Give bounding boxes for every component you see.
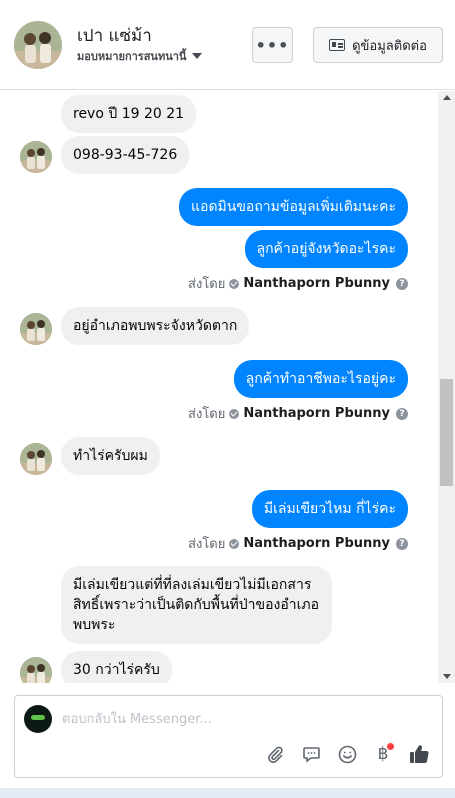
- message-thread: revo ปี 19 20 21 098-93-45-726 แอดมินขอถ…: [0, 91, 455, 683]
- assign-conversation-label: มอบหมายการสนทนานี้: [77, 50, 187, 63]
- outgoing-message: ลูกค้าอยู่จังหวัดอะไรคะ: [244, 230, 408, 268]
- check-icon: [229, 278, 240, 289]
- help-icon[interactable]: ?: [396, 407, 408, 420]
- customer-message-avatar: [20, 141, 52, 173]
- sent-by-line: ส่งโดย Nanthaporn Pbunny ?: [188, 273, 408, 294]
- customer-message-avatar: [20, 657, 52, 683]
- incoming-message: ทำไร่ครับผม: [61, 437, 160, 475]
- window-bottom-edge: [0, 788, 455, 798]
- conversation-header: เปา แซ่ม้า มอบหมายการสนทนานี้ ••• ดูข้อม…: [0, 0, 455, 90]
- customer-name[interactable]: เปา แซ่ม้า: [77, 22, 152, 49]
- assign-conversation-dropdown[interactable]: มอบหมายการสนทนานี้: [77, 47, 203, 65]
- view-contact-button[interactable]: ดูข้อมูลติดต่อ: [313, 27, 443, 63]
- sender-name: Nanthaporn Pbunny: [243, 406, 390, 421]
- thumbs-up-icon[interactable]: [408, 743, 430, 765]
- scroll-up-arrow-icon[interactable]: [443, 95, 451, 100]
- help-icon[interactable]: ?: [396, 537, 408, 550]
- help-icon[interactable]: ?: [396, 277, 408, 290]
- smiley-icon[interactable]: [336, 743, 358, 765]
- sent-by-label: ส่งโดย: [188, 537, 226, 552]
- incoming-message: อยู่อำเภอพบพระจังหวัดตาก: [61, 307, 250, 345]
- sent-by-line: ส่งโดย Nanthaporn Pbunny ?: [188, 403, 408, 424]
- view-contact-label: ดูข้อมูลติดต่อ: [352, 38, 427, 54]
- incoming-message: มีเล่มเขียวแต่ที่ที่ลงเล่มเขียวไม่มีเอกส…: [61, 566, 332, 644]
- sent-by-line: ส่งโดย Nanthaporn Pbunny ?: [188, 533, 408, 554]
- outgoing-message: ลูกค้าทำอาชีพอะไรอยู่คะ: [233, 360, 408, 398]
- more-options-button[interactable]: •••: [252, 27, 293, 63]
- notification-dot: [387, 743, 394, 750]
- outgoing-message: มีเล่มเขียวไหม กี่ไร่คะ: [251, 490, 408, 528]
- sent-by-label: ส่งโดย: [188, 277, 226, 292]
- incoming-message: 098-93-45-726: [61, 136, 190, 174]
- sender-name: Nanthaporn Pbunny: [243, 536, 390, 551]
- chat-bubble-icon[interactable]: [300, 743, 322, 765]
- thread-scrollbar[interactable]: [438, 91, 455, 683]
- reply-input[interactable]: [62, 708, 422, 730]
- contact-card-icon: [329, 39, 346, 51]
- check-icon: [229, 408, 240, 419]
- check-icon: [229, 538, 240, 549]
- composer-toolbar: ฿: [264, 743, 430, 765]
- sender-name: Nanthaporn Pbunny: [243, 276, 390, 291]
- page-avatar: [24, 705, 52, 733]
- scrollbar-thumb[interactable]: [440, 379, 453, 486]
- customer-avatar[interactable]: [14, 21, 62, 69]
- outgoing-message: แอดมินขอถามข้อมูลเพิ่มเติมนะคะ: [179, 188, 408, 226]
- chevron-down-icon: [192, 53, 203, 59]
- sent-by-label: ส่งโดย: [188, 407, 226, 422]
- paperclip-icon[interactable]: [264, 743, 286, 765]
- more-options-icon: •••: [255, 35, 290, 55]
- customer-message-avatar: [20, 443, 52, 475]
- baht-icon[interactable]: ฿: [372, 743, 394, 765]
- scroll-down-arrow-icon[interactable]: [443, 674, 451, 679]
- incoming-message: 30 กว่าไร่ครับ: [61, 651, 172, 683]
- incoming-message: revo ปี 19 20 21: [61, 95, 197, 133]
- reply-composer: ฿: [14, 695, 443, 778]
- customer-message-avatar: [20, 313, 52, 345]
